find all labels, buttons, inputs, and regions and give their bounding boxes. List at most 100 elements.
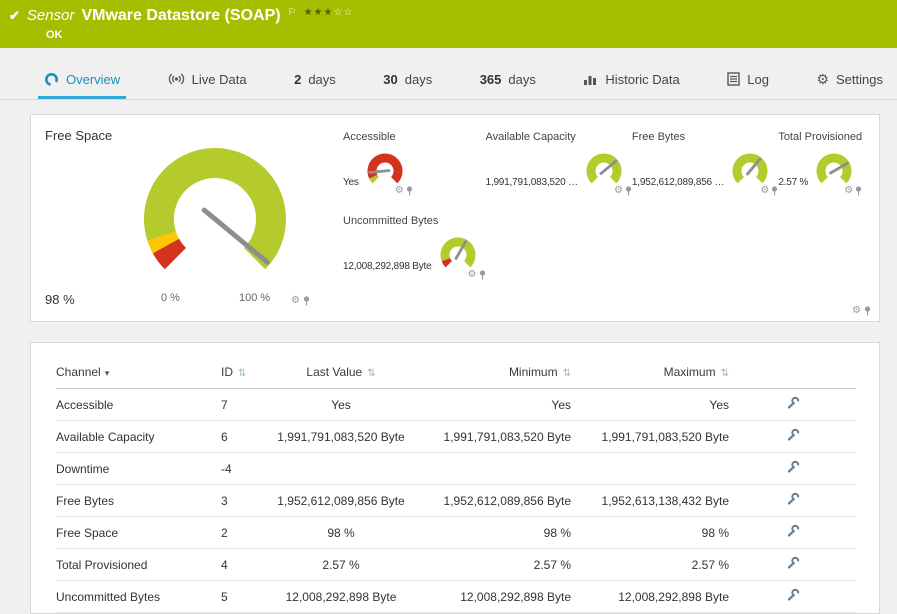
cell-channel: Free Space [56, 516, 221, 549]
column-header-actions [729, 357, 856, 389]
pin-icon[interactable] [625, 186, 632, 196]
gauge-value: 2.57 % [778, 177, 809, 188]
gear-icon[interactable]: ⚙ [395, 186, 404, 196]
gear-icon: ⚙ [816, 71, 829, 87]
cell-channel: Downtime [56, 452, 221, 485]
tab-label: days [404, 71, 433, 87]
cell-id: 5 [221, 580, 271, 613]
gear-icon[interactable]: ⚙ [760, 186, 769, 196]
cell-minimum [411, 452, 571, 485]
tab-overview[interactable]: Overview [38, 62, 127, 99]
stars-filled: ★★★ [303, 7, 334, 18]
cell-channel: Accessible [56, 388, 221, 421]
tab-number: 2 [294, 71, 302, 87]
channel-settings-icon[interactable] [786, 524, 800, 538]
cell-last-value [271, 452, 411, 485]
tab-365-days[interactable]: 365 days [474, 62, 542, 99]
cell-last-value: 1,952,612,089,856 Byte [271, 484, 411, 517]
cell-channel: Uncommitted Bytes [56, 580, 221, 613]
tab-number: 365 [479, 71, 502, 87]
gauge-value: Yes [343, 177, 359, 188]
gauge-accessible: Accessible Yes ⚙ [343, 131, 480, 197]
tab-2-days[interactable]: 2 days [288, 62, 342, 99]
gear-icon[interactable]: ⚙ [614, 186, 623, 196]
channels-table: Channel ▾ ID ⇅ Last Value ⇅ Minimum ⇅ Maximu… [56, 357, 856, 613]
cell-minimum: 98 % [411, 516, 571, 549]
gauge-total-provisioned: Total Provisioned 2.57 % ⚙ [778, 131, 867, 197]
channel-settings-icon[interactable] [786, 460, 800, 474]
gear-icon[interactable]: ⚙ [468, 270, 477, 280]
cell-last-value: 98 % [271, 516, 411, 549]
cell-id: 3 [221, 484, 271, 517]
sensor-header: ✔ Sensor VMware Datastore (SOAP) ⚐ ★★★☆☆… [0, 0, 897, 48]
column-header-last-value[interactable]: Last Value ⇅ [271, 357, 411, 389]
table-header-row: Channel ▾ ID ⇅ Last Value ⇅ Minimum ⇅ Maximu… [56, 357, 856, 389]
historic-data-icon [584, 75, 597, 85]
pin-icon[interactable] [855, 186, 862, 196]
gauge-scale-min: 0 % [161, 292, 180, 304]
table-row: Downtime -4 [56, 452, 856, 485]
cell-last-value: 12,008,292,898 Byte [271, 580, 411, 613]
flag-icon: ⚐ [287, 7, 297, 18]
column-label: Minimum [508, 365, 558, 379]
channel-settings-icon[interactable] [786, 396, 800, 410]
cell-minimum: 2.57 % [411, 548, 571, 581]
gauge-label: Free Bytes [631, 131, 686, 143]
table-row: Free Bytes 3 1,952,612,089,856 Byte 1,95… [56, 484, 856, 517]
stars-empty: ☆☆ [333, 7, 354, 18]
table-row: Available Capacity 6 1,991,791,083,520 B… [56, 420, 856, 453]
pin-icon[interactable] [479, 270, 486, 280]
pin-icon[interactable] [771, 186, 778, 196]
cell-maximum: 2.57 % [571, 548, 729, 581]
cell-last-value: 2.57 % [271, 548, 411, 581]
cell-maximum: Yes [571, 388, 729, 421]
column-header-id[interactable]: ID ⇅ [221, 357, 271, 389]
tab-live-data[interactable]: Live Data [162, 62, 253, 99]
tab-log[interactable]: Log [721, 62, 775, 99]
tab-30-days[interactable]: 30 days [377, 62, 438, 99]
cell-maximum: 12,008,292,898 Byte [571, 580, 729, 613]
pin-icon[interactable] [864, 306, 871, 316]
cell-minimum: Yes [411, 388, 571, 421]
gear-icon[interactable]: ⚙ [291, 296, 300, 306]
gauge-value: 1,952,612,089,856 … [631, 177, 725, 188]
gauge-needle [367, 169, 391, 174]
cell-maximum: 98 % [571, 516, 729, 549]
channel-settings-icon[interactable] [786, 492, 800, 506]
gear-icon[interactable]: ⚙ [852, 306, 861, 316]
column-header-channel[interactable]: Channel ▾ [56, 357, 221, 389]
cell-id: 4 [221, 548, 271, 581]
pin-icon[interactable] [303, 296, 310, 306]
tab-label: Overview [66, 71, 121, 87]
priority-stars[interactable]: ★★★☆☆ [304, 6, 354, 20]
column-label: Last Value [306, 365, 363, 379]
status-badge: OK [46, 29, 63, 41]
gauge-label: Total Provisioned [778, 131, 863, 143]
table-row: Free Space 2 98 % 98 % 98 % [56, 516, 856, 549]
column-header-maximum[interactable]: Maximum ⇅ [571, 357, 729, 389]
sort-desc-icon: ▾ [104, 368, 110, 378]
tab-label: Live Data [191, 71, 247, 87]
channel-settings-icon[interactable] [786, 556, 800, 570]
gauge-current-value: 98 % [45, 292, 75, 307]
pin-icon[interactable] [406, 186, 413, 196]
gauge-available-capacity: Available Capacity 1,991,791,083,520 … ⚙ [485, 131, 632, 197]
gauge-label: Available Capacity [485, 131, 576, 143]
column-label: Maximum [663, 365, 716, 379]
cell-channel: Free Bytes [56, 484, 221, 517]
cell-channel: Total Provisioned [56, 548, 221, 581]
small-gauges-grid: Accessible Yes ⚙ Available Capacity 1,99… [333, 125, 867, 311]
sensor-kind-label: Sensor [26, 7, 75, 24]
gear-icon[interactable]: ⚙ [844, 186, 853, 196]
tab-historic-data[interactable]: Historic Data [577, 62, 685, 99]
sort-icon: ⇅ [562, 368, 571, 379]
column-header-minimum[interactable]: Minimum ⇅ [411, 357, 571, 389]
gauges-panel: Free Space 98 % 0 % 100 % ⚙ Accessible Y… [30, 114, 880, 322]
channel-settings-icon[interactable] [786, 428, 800, 442]
channel-settings-icon[interactable] [786, 588, 800, 602]
table-row: Accessible 7 Yes Yes Yes [56, 388, 856, 421]
tab-settings[interactable]: ⚙ Settings [810, 62, 889, 99]
gauge-value: 1,991,791,083,520 … [485, 177, 579, 188]
cell-minimum: 1,952,612,089,856 Byte [411, 484, 571, 517]
cell-last-value: Yes [271, 388, 411, 421]
